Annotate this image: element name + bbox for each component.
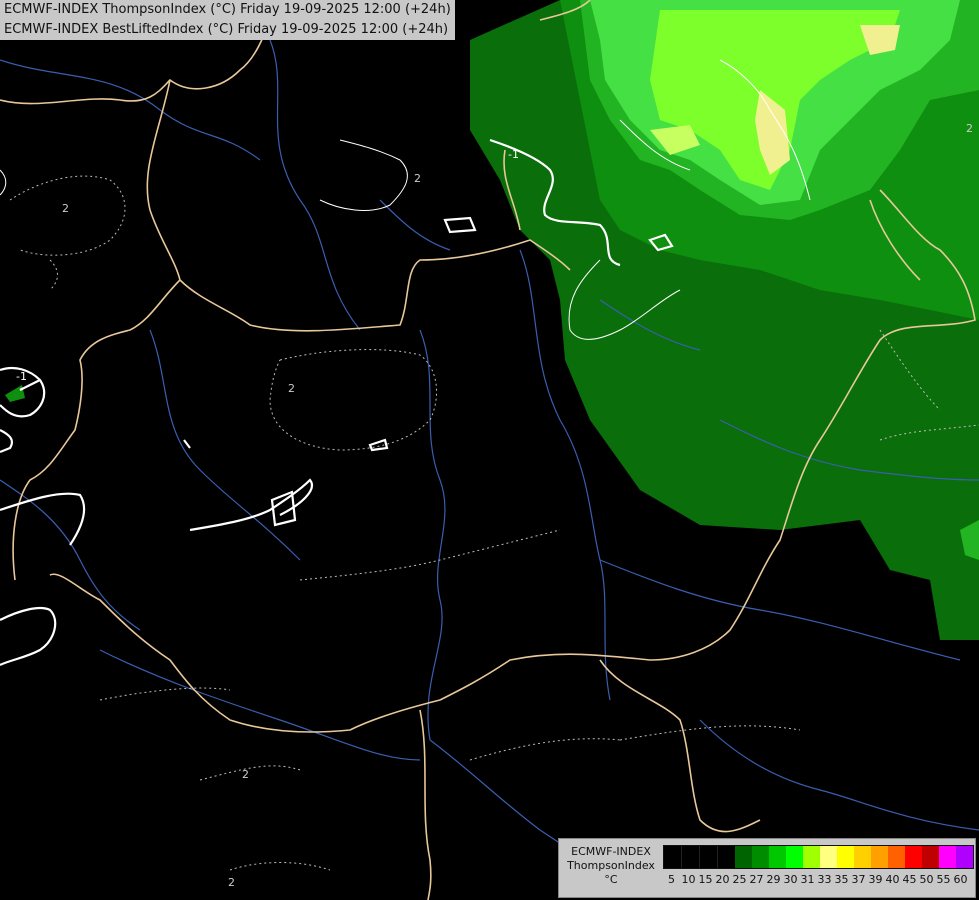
legend-tick-label: 15 [698,873,713,886]
legend-swatch [786,846,803,868]
map-header: ECMWF-INDEX ThompsonIndex (°C) Friday 19… [0,0,455,40]
legend-tick-label: 35 [834,873,849,886]
legend-tick-label: 29 [766,873,781,886]
legend-tick-label: 5 [668,873,675,886]
contour-label: 2 [242,768,249,781]
legend-swatch [735,846,752,868]
legend-tick-label: 25 [732,873,747,886]
contour-label: -1 [16,370,27,383]
header-line-2: ECMWF-INDEX BestLiftedIndex (°C) Friday … [4,22,449,37]
legend-swatch [939,846,956,868]
legend-tick-label: 37 [851,873,866,886]
legend-tick-label: 27 [749,873,764,886]
legend-swatch [664,846,681,868]
color-legend: ECMWF-INDEX ThompsonIndex °C 5 10 15 20 25 27… [558,838,976,898]
contour-label: 2 [62,202,69,215]
contour-label: 2 [228,876,235,889]
legend-tick-label: 30 [783,873,798,886]
legend-tick-label: 50 [919,873,934,886]
legend-unit: °C [604,873,618,886]
legend-swatch [854,846,871,868]
legend-swatch [905,846,922,868]
legend-swatch [837,846,854,868]
legend-title: ECMWF-INDEX ThompsonIndex °C [563,845,659,887]
contour-label: -1 [508,148,519,161]
contour-label: 2 [288,382,295,395]
legend-tick-label: 55 [936,873,951,886]
legend-tick-label: 40 [885,873,900,886]
legend-ticks: 5 10 15 20 25 27 29 30 31 33 35 37 39 40 45 50 55 60 [663,873,969,886]
legend-swatch [888,846,905,868]
legend-tick-label: 20 [715,873,730,886]
legend-swatch [956,846,973,868]
legend-swatch [820,846,837,868]
contour-label: 2 [414,172,421,185]
legend-swatch [699,846,717,868]
header-line-1: ECMWF-INDEX ThompsonIndex (°C) Friday 19… [4,2,451,17]
legend-swatch [717,846,735,868]
weather-map: -1 -1 2 2 2 2 2 2 [0,0,979,900]
legend-title-line-1: ECMWF-INDEX [571,845,651,858]
contour-label: 2 [966,122,973,135]
legend-tick-label: 10 [681,873,696,886]
legend-tick-label: 45 [902,873,917,886]
legend-swatch [752,846,769,868]
legend-title-line-2: ThompsonIndex [567,859,655,872]
legend-swatch [803,846,820,868]
legend-swatch [681,846,699,868]
legend-swatch [871,846,888,868]
legend-tick-label: 39 [868,873,883,886]
legend-tick-label: 60 [953,873,968,886]
legend-tick-label: 33 [817,873,832,886]
legend-swatch [922,846,939,868]
legend-tick-label: 31 [800,873,815,886]
legend-color-bar [663,845,974,869]
legend-swatch [769,846,786,868]
